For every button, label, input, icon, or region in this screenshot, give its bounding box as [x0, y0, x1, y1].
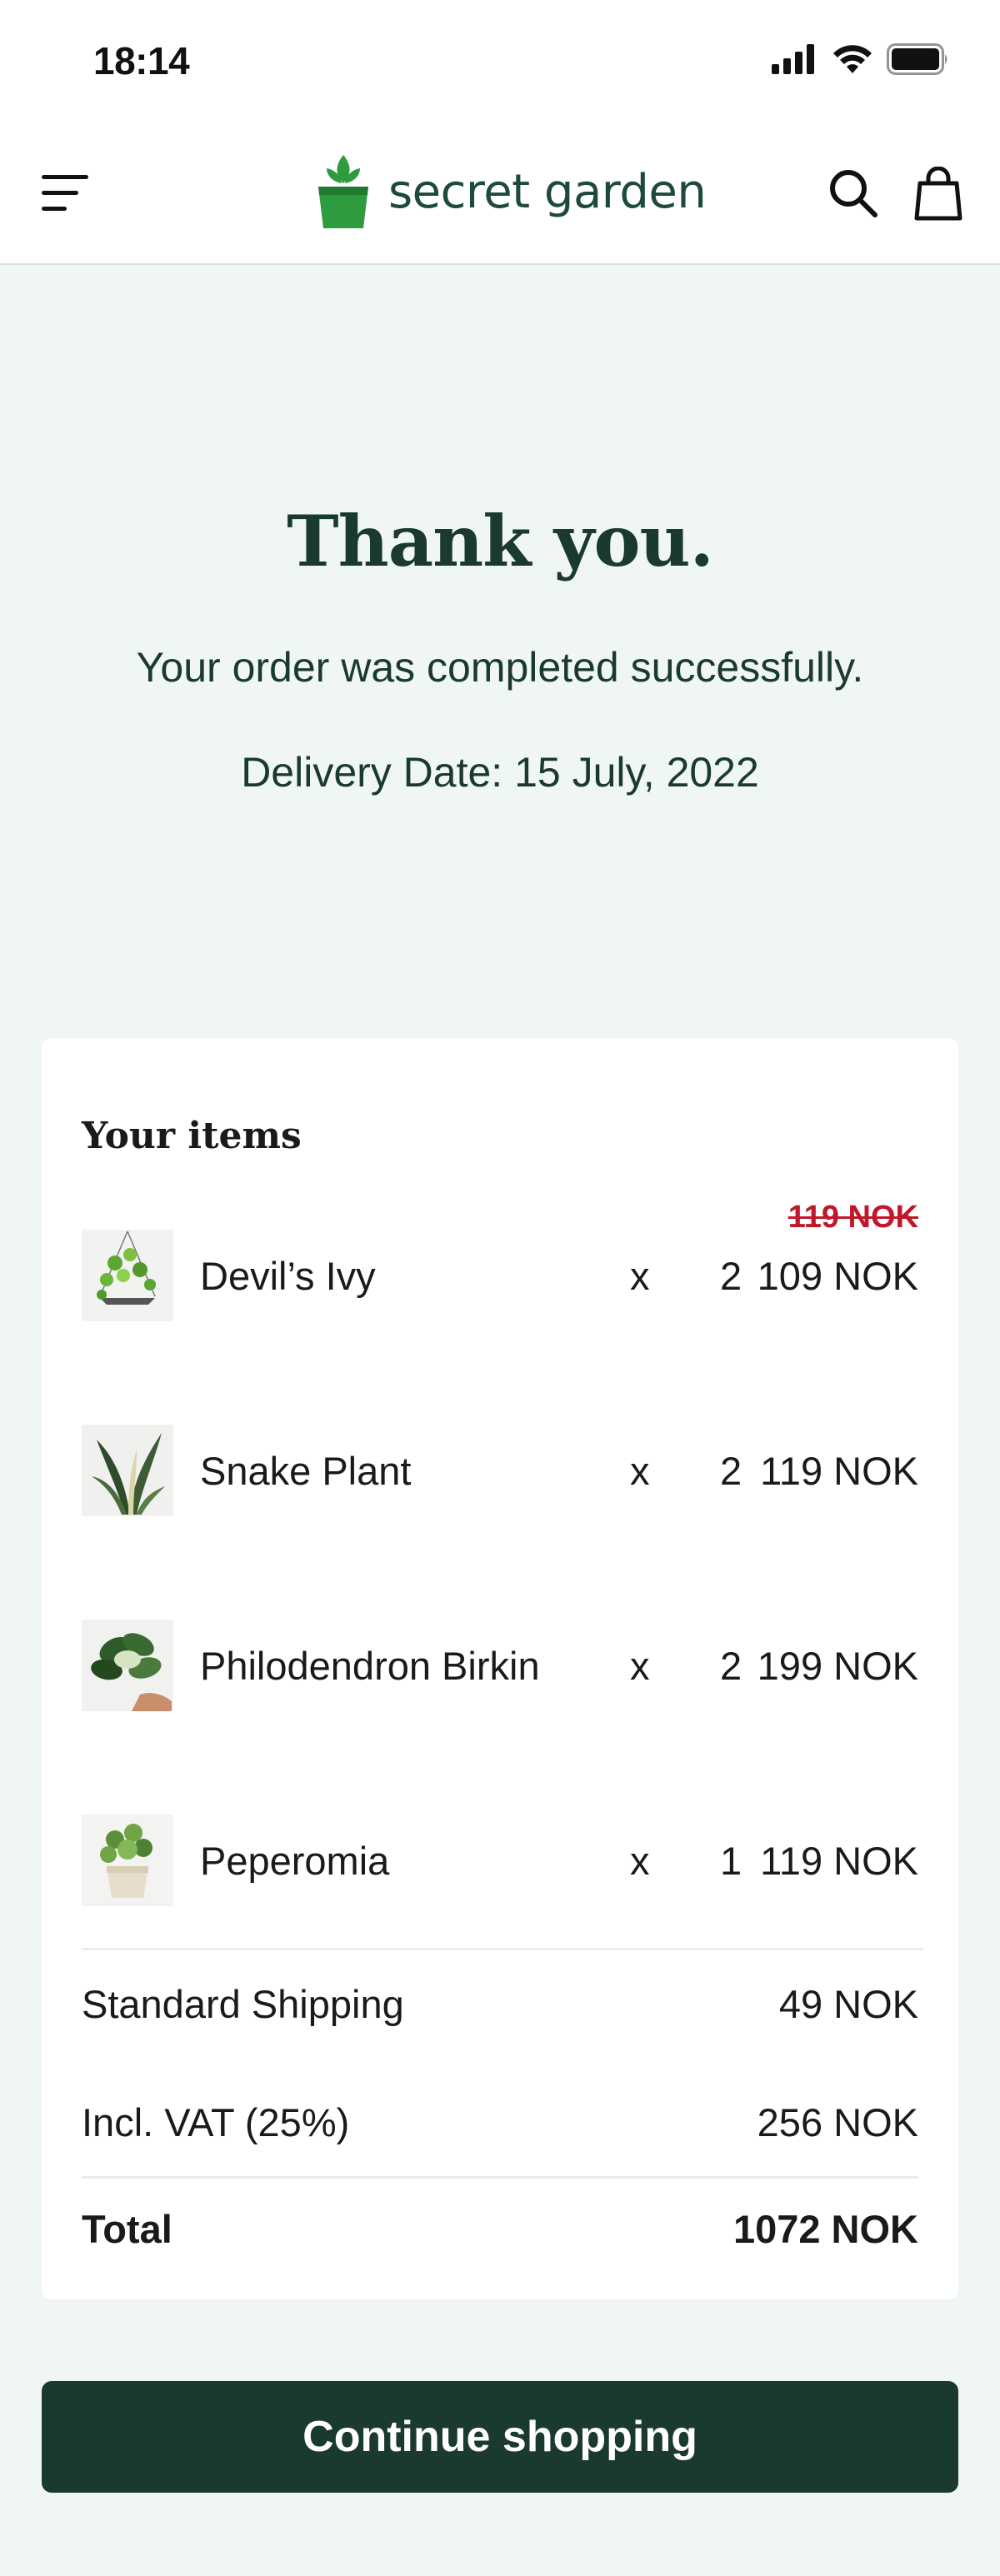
- item-name: Peperomia: [200, 1839, 390, 1883]
- total-divider: [82, 2176, 918, 2179]
- order-item: Philodendron Birkin x 2 199 NOK: [82, 1620, 918, 1713]
- menu-button[interactable]: [40, 172, 93, 215]
- top-navigation: secret garden: [0, 125, 1000, 265]
- vat-row: Incl. VAT (25%) 256 NOK: [82, 2099, 918, 2149]
- item-multiplier: x: [630, 1254, 650, 1298]
- product-thumbnail: [82, 1620, 173, 1711]
- item-quantity: 2: [720, 1644, 742, 1688]
- cart-button[interactable]: [913, 166, 963, 222]
- item-original-price: 119 NOK: [788, 1200, 918, 1235]
- wifi-icon: [833, 45, 872, 73]
- status-bar: 18:14: [0, 0, 1000, 125]
- shipping-label: Standard Shipping: [82, 1982, 404, 2026]
- order-summary-card: Your items Devil’s Ivy x 2 119 NOK 109 N…: [42, 1038, 958, 2299]
- item-name: Devil’s Ivy: [200, 1254, 376, 1298]
- order-success-message: Your order was completed successfully.: [136, 644, 864, 691]
- item-quantity: 2: [720, 1449, 742, 1493]
- delivery-date: Delivery Date: 15 July, 2022: [241, 749, 759, 796]
- item-price: 199 NOK: [757, 1644, 918, 1688]
- item-quantity: 2: [720, 1254, 742, 1298]
- item-quantity: 1: [720, 1839, 742, 1883]
- item-price: 109 NOK: [757, 1254, 918, 1298]
- item-multiplier: x: [630, 1644, 650, 1688]
- signal-icon: [772, 44, 814, 74]
- total-row: Total 1072 NOK: [82, 2206, 918, 2256]
- item-multiplier: x: [630, 1449, 650, 1493]
- peperomia-pot-image: [82, 1815, 173, 1906]
- order-item: Snake Plant x 2 119 NOK: [82, 1425, 918, 1518]
- total-value: 1072 NOK: [732, 2207, 918, 2251]
- shopping-bag-icon: [914, 166, 962, 221]
- hamburger-menu-icon: [42, 175, 88, 211]
- item-price: 119 NOK: [760, 1449, 918, 1493]
- item-multiplier: x: [630, 1839, 650, 1883]
- brand-logo[interactable]: secret garden: [317, 150, 707, 233]
- philodendron-birkin-image: [82, 1620, 173, 1711]
- shipping-row: Standard Shipping 49 NOK: [82, 1981, 918, 2031]
- order-item: Devil’s Ivy x 2 119 NOK 109 NOK: [82, 1200, 918, 1323]
- battery-icon: [887, 43, 948, 75]
- product-thumbnail: [82, 1230, 173, 1321]
- summary-divider: [82, 1948, 923, 1950]
- plant-pot-logo-icon: [318, 155, 368, 228]
- your-items-heading: Your items: [82, 1115, 302, 1157]
- product-thumbnail: [82, 1815, 173, 1906]
- item-name: Philodendron Birkin: [200, 1644, 540, 1688]
- product-thumbnail: [82, 1425, 173, 1516]
- search-button[interactable]: [827, 167, 880, 220]
- brand-name: secret garden: [388, 164, 707, 219]
- vat-value: 256 NOK: [757, 2100, 918, 2144]
- thank-you-heading: Thank you.: [287, 500, 714, 582]
- order-item: Peperomia x 1 119 NOK: [82, 1815, 918, 1908]
- total-label: Total: [82, 2207, 172, 2251]
- search-icon: [830, 170, 878, 217]
- continue-shopping-button[interactable]: Continue shopping: [42, 2381, 958, 2493]
- shipping-value: 49 NOK: [778, 1982, 918, 2026]
- hanging-ivy-plant-image: [82, 1230, 173, 1321]
- item-price: 119 NOK: [760, 1839, 918, 1883]
- status-icons: [772, 43, 950, 75]
- vat-label: Incl. VAT (25%): [82, 2100, 350, 2144]
- snake-plant-image: [82, 1425, 173, 1516]
- status-time: 18:14: [93, 39, 190, 82]
- item-name: Snake Plant: [200, 1449, 412, 1493]
